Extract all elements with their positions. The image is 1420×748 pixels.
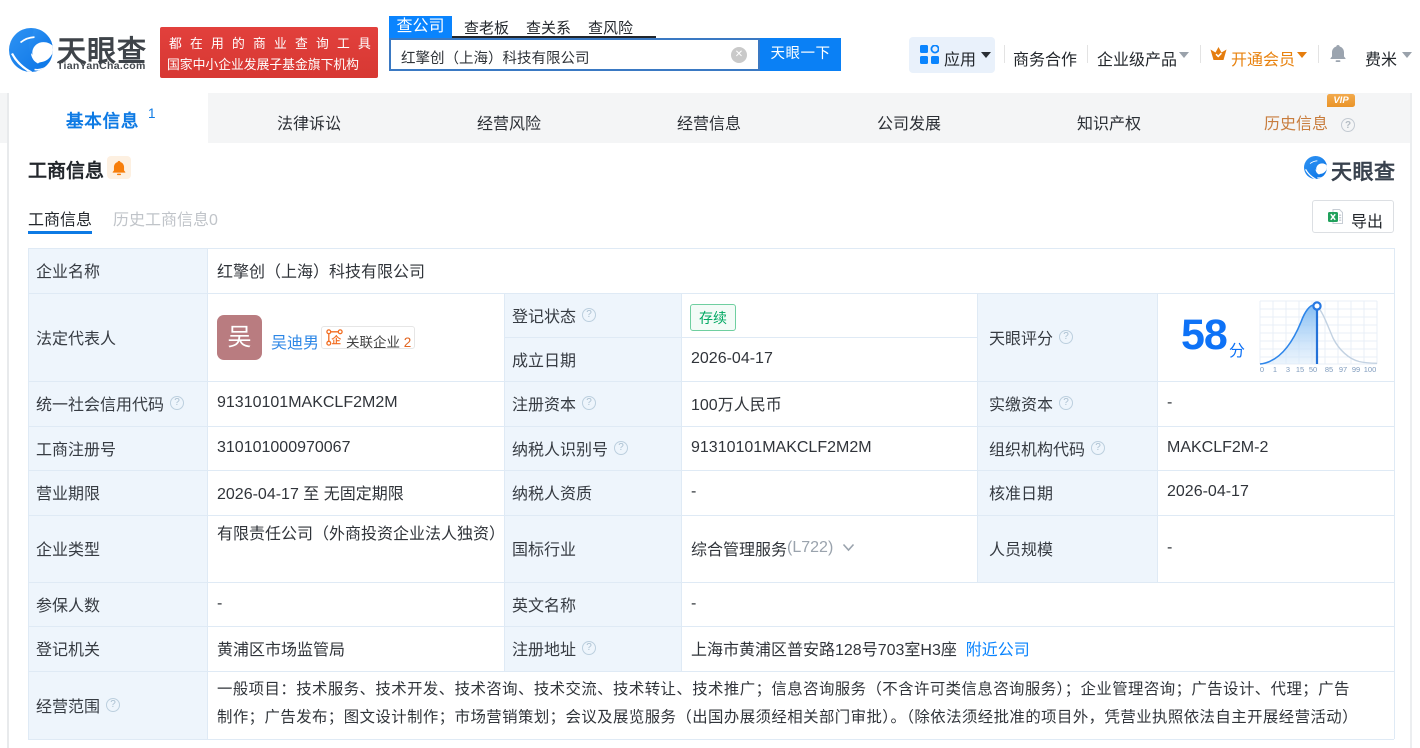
svg-text:3: 3 [1286,365,1290,374]
svg-text:企: 企 [330,335,341,347]
svg-text:99: 99 [1352,365,1360,374]
svg-text:97: 97 [1339,365,1347,374]
svg-text:100: 100 [1364,365,1377,374]
svg-text:85: 85 [1325,365,1333,374]
svg-text:15: 15 [1296,365,1304,374]
svg-text:50: 50 [1309,365,1317,374]
svg-text:0: 0 [1260,365,1264,374]
svg-text:1: 1 [1273,365,1277,374]
